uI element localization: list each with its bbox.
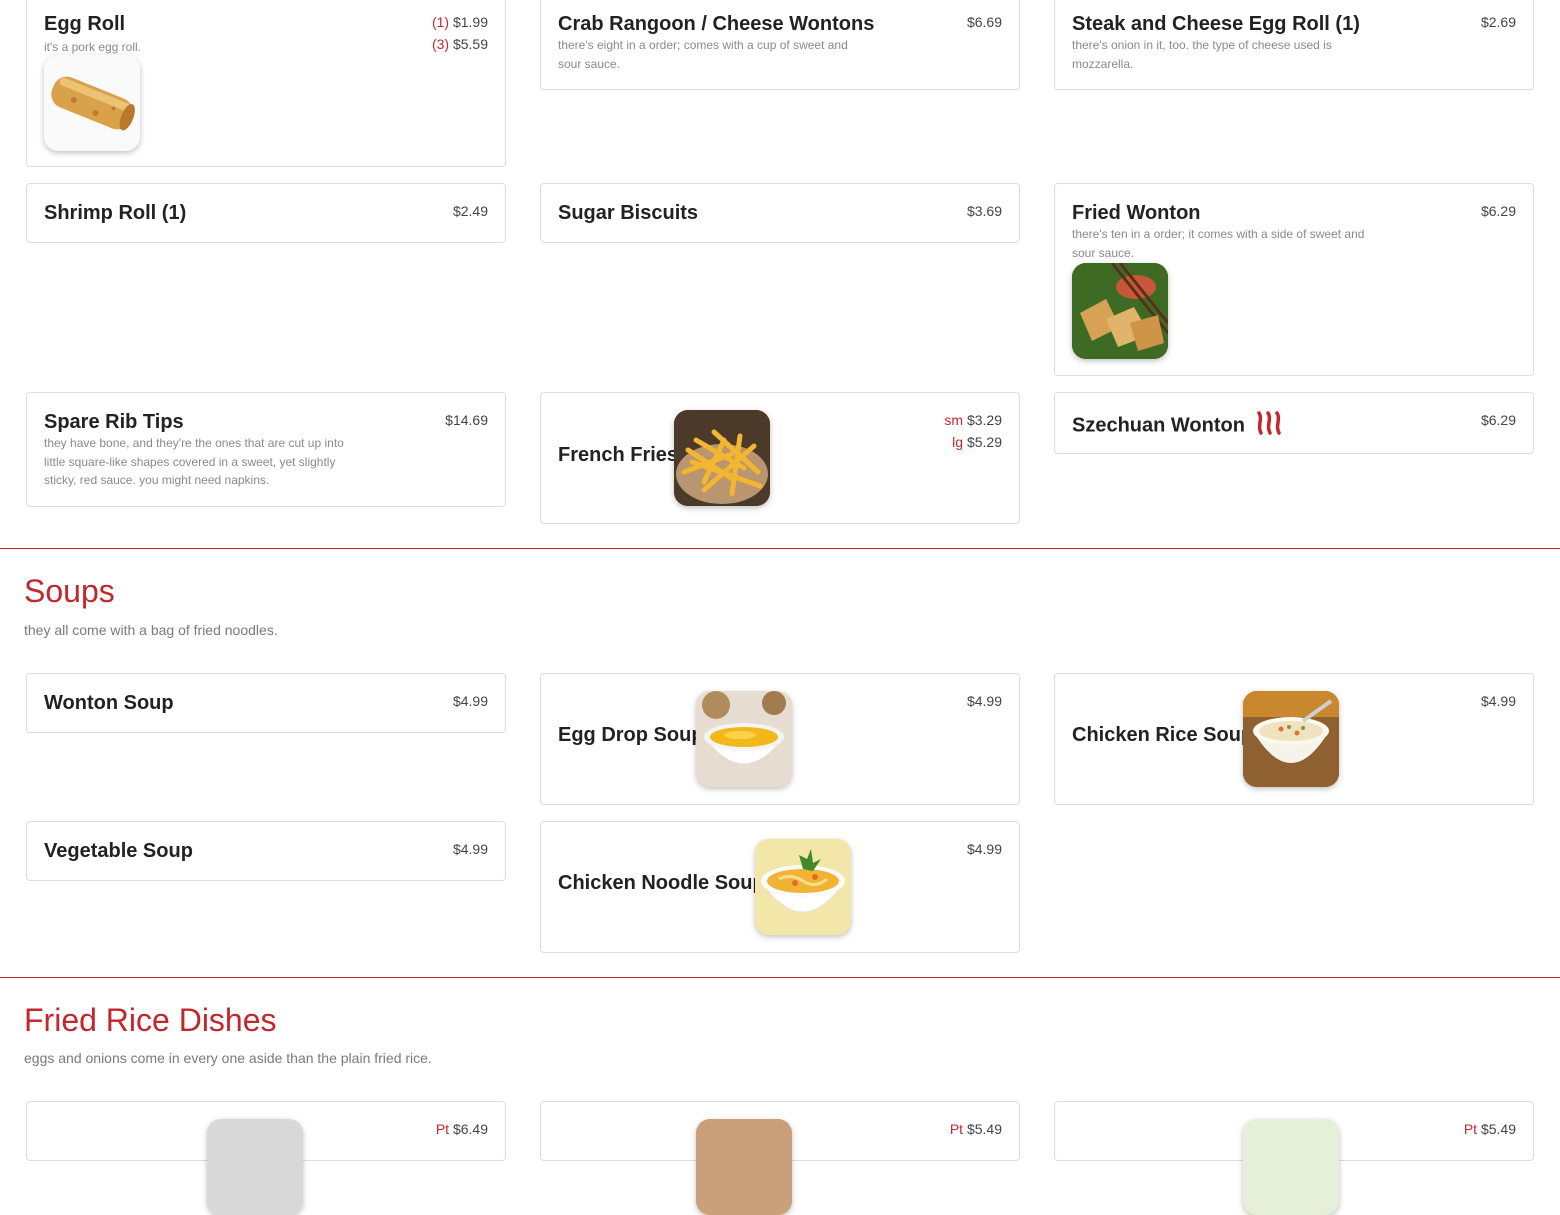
fried-wonton-photo[interactable] (1072, 263, 1168, 359)
item-prices: $4.99 (967, 690, 1002, 712)
price: $6.69 (966, 14, 1002, 30)
item-name: Sugar Biscuits (558, 202, 699, 224)
price: $5.59 (452, 36, 488, 52)
price-label: (3) (431, 36, 450, 52)
item-prices: Pt $6.49 (436, 1118, 488, 1140)
item-name: Shrimp Roll (1) (44, 202, 187, 224)
item-name: Chicken Noodle Soup (558, 872, 765, 894)
price: $4.99 (452, 841, 488, 857)
item-prices: $6.69 (967, 11, 1002, 33)
menu-item-chicken-noodle-soup[interactable]: Chicken Noodle Soup $4.99 (540, 821, 1020, 953)
item-name: Fried Wonton (1072, 202, 1201, 224)
egg-drop-soup-photo[interactable] (696, 691, 792, 787)
item-name: French Fries (558, 444, 679, 466)
item-prices: $2.49 (453, 200, 488, 222)
menu-item-steak-cheese-egg-roll[interactable]: Steak and Cheese Egg Roll (1) there's on… (1054, 0, 1534, 90)
egg-roll-photo[interactable] (44, 55, 140, 151)
price-label: lg (952, 434, 964, 450)
item-prices: $3.69 (967, 200, 1002, 222)
menu-item-fried-rice-1[interactable]: Pt $6.49 (26, 1101, 506, 1215)
item-prices: Pt $5.49 (950, 1118, 1002, 1140)
item-prices: $4.99 (1481, 690, 1516, 712)
fried-rice-photo[interactable] (1243, 1119, 1339, 1215)
section-subtitle-soups: they all come with a bag of fried noodle… (24, 622, 278, 638)
price: $4.99 (1480, 693, 1516, 709)
item-prices: (1) $1.99 (3) $5.59 (432, 11, 488, 55)
item-prices: $4.99 (453, 838, 488, 860)
item-prices: sm $3.29 lg $5.29 (944, 409, 1002, 453)
menu-item-egg-roll[interactable]: Egg Roll it's a pork egg roll. (1) $1.99… (26, 0, 506, 167)
item-name: Spare Rib Tips (44, 411, 184, 433)
item-name: Szechuan Wonton (1072, 411, 1285, 441)
price: $6.29 (1480, 412, 1516, 428)
section-subtitle-fried-rice: eggs and onions come in every one aside … (24, 1050, 432, 1066)
price: $6.49 (452, 1121, 488, 1137)
price: $4.99 (966, 693, 1002, 709)
item-description: they have bone, and they're the ones tha… (44, 436, 344, 487)
item-prices: Pt $5.49 (1464, 1118, 1516, 1140)
item-name: Wonton Soup (44, 692, 174, 714)
item-name-text: Szechuan Wonton (1072, 414, 1245, 437)
price: $4.99 (966, 841, 1002, 857)
item-name: Vegetable Soup (44, 840, 193, 862)
price: $3.69 (966, 203, 1002, 219)
item-prices: $4.99 (453, 690, 488, 712)
fried-rice-photo[interactable] (207, 1119, 303, 1215)
menu-item-vegetable-soup[interactable]: Vegetable Soup $4.99 (26, 821, 506, 881)
price: $2.49 (452, 203, 488, 219)
item-name: Chicken Rice Soup (1072, 724, 1254, 746)
item-description: there's onion in it, too. the type of ch… (1072, 38, 1332, 71)
price-label: (1) (431, 14, 450, 30)
menu-item-fried-wonton[interactable]: Fried Wonton there's ten in a order; it … (1054, 183, 1534, 376)
price: $4.99 (452, 693, 488, 709)
price: $5.49 (966, 1121, 1002, 1137)
item-prices: $6.29 (1481, 200, 1516, 222)
menu-item-chicken-rice-soup[interactable]: Chicken Rice Soup $4.99 (1054, 673, 1534, 805)
item-prices: $4.99 (967, 838, 1002, 860)
item-description: it's a pork egg roll. (44, 40, 142, 54)
item-description: there's ten in a order; it comes with a … (1072, 227, 1365, 260)
menu-item-french-fries[interactable]: French Fries sm $3.29 lg $5.29 (540, 392, 1020, 524)
chili-pepper-icon (1255, 411, 1285, 441)
fried-rice-photo[interactable] (696, 1119, 792, 1215)
menu-item-egg-drop-soup[interactable]: Egg Drop Soup $4.99 (540, 673, 1020, 805)
price: $5.29 (966, 434, 1002, 450)
menu-item-szechuan-wonton[interactable]: Szechuan Wonton $6.29 (1054, 392, 1534, 454)
section-divider (0, 977, 1560, 978)
section-title-soups: Soups (24, 573, 115, 609)
item-name: Egg Drop Soup (558, 724, 704, 746)
price-label: Pt (1463, 1121, 1478, 1137)
item-description: there's eight in a order; comes with a c… (558, 38, 848, 71)
french-fries-photo[interactable] (674, 410, 770, 506)
price: $2.69 (1480, 14, 1516, 30)
price: $1.99 (452, 14, 488, 30)
menu-item-crab-rangoon[interactable]: Crab Rangoon / Cheese Wontons there's ei… (540, 0, 1020, 90)
item-name: Egg Roll (44, 13, 126, 35)
chicken-rice-soup-photo[interactable] (1243, 691, 1339, 787)
item-name: Steak and Cheese Egg Roll (1) (1072, 13, 1360, 35)
price: $14.69 (445, 412, 488, 428)
price-label: Pt (435, 1121, 450, 1137)
item-prices: $6.29 (1481, 409, 1516, 431)
item-prices: $14.69 (445, 409, 488, 431)
menu-item-sugar-biscuits[interactable]: Sugar Biscuits $3.69 (540, 183, 1020, 243)
item-prices: $2.69 (1481, 11, 1516, 33)
price: $6.29 (1480, 203, 1516, 219)
menu-item-fried-rice-3[interactable]: Pt $5.49 (1054, 1101, 1534, 1215)
menu-item-fried-rice-2[interactable]: Pt $5.49 (540, 1101, 1020, 1215)
section-title-fried-rice: Fried Rice Dishes (24, 1002, 277, 1038)
section-divider (0, 548, 1560, 549)
menu-item-wonton-soup[interactable]: Wonton Soup $4.99 (26, 673, 506, 733)
price-label: Pt (949, 1121, 964, 1137)
price-label: sm (944, 412, 964, 428)
menu-item-shrimp-roll[interactable]: Shrimp Roll (1) $2.49 (26, 183, 506, 243)
menu-item-spare-rib-tips[interactable]: Spare Rib Tips they have bone, and they'… (26, 392, 506, 507)
chicken-noodle-soup-photo[interactable] (755, 839, 851, 935)
item-name: Crab Rangoon / Cheese Wontons (558, 13, 875, 35)
price: $3.29 (966, 412, 1002, 428)
price: $5.49 (1480, 1121, 1516, 1137)
